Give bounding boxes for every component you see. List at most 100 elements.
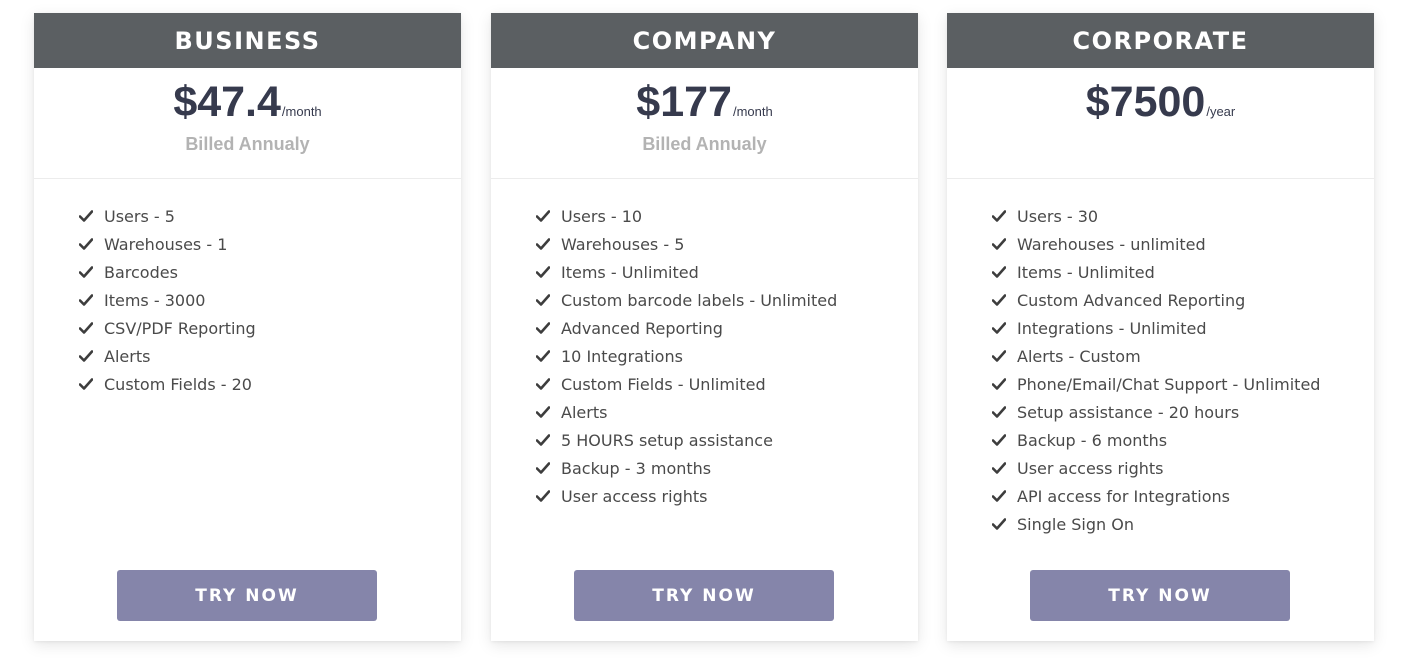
check-icon	[536, 294, 550, 306]
feature-item: Warehouses - 5	[536, 230, 918, 258]
feature-item: Items - 3000	[79, 286, 461, 314]
feature-label: Users - 10	[561, 206, 643, 226]
feature-label: Items - 3000	[104, 290, 206, 310]
feature-item: Custom Advanced Reporting	[992, 286, 1374, 314]
check-icon	[79, 378, 93, 390]
check-icon	[79, 322, 93, 334]
feature-item: Alerts	[79, 342, 461, 370]
feature-list: Users - 30 Warehouses - unlimited Items - …	[947, 179, 1374, 538]
check-icon	[79, 210, 93, 222]
feature-item: Custom Fields - 20	[79, 370, 461, 398]
try-now-button[interactable]: TRY NOW	[574, 570, 834, 621]
plan-title: CORPORATE	[947, 13, 1374, 68]
feature-label: Warehouses - unlimited	[1017, 234, 1206, 254]
feature-label: Alerts	[561, 402, 608, 422]
check-icon	[992, 378, 1006, 390]
check-icon	[79, 238, 93, 250]
check-icon	[536, 238, 550, 250]
price-block: $7500 /year	[947, 68, 1374, 179]
feature-item: User access rights	[536, 482, 918, 510]
feature-item: Items - Unlimited	[536, 258, 918, 286]
plan-card-company: COMPANY $177 /month Billed Annualy Users…	[491, 13, 918, 641]
feature-label: User access rights	[1017, 458, 1164, 478]
feature-list: Users - 10 Warehouses - 5 Items - Unlimite…	[491, 179, 918, 510]
feature-label: Warehouses - 5	[561, 234, 685, 254]
feature-label: Custom Fields - Unlimited	[561, 374, 766, 394]
feature-item: 5 HOURS setup assistance	[536, 426, 918, 454]
feature-label: Custom Advanced Reporting	[1017, 290, 1246, 310]
feature-label: Alerts - Custom	[1017, 346, 1141, 366]
feature-item: Backup - 6 months	[992, 426, 1374, 454]
check-icon	[536, 322, 550, 334]
plan-title: BUSINESS	[34, 13, 461, 68]
check-icon	[992, 238, 1006, 250]
price-line: $47.4 /month	[34, 78, 461, 126]
feature-item: Advanced Reporting	[536, 314, 918, 342]
billing-note: Billed Annualy	[185, 134, 310, 154]
check-icon	[992, 294, 1006, 306]
try-now-button[interactable]: TRY NOW	[117, 570, 377, 621]
feature-label: Warehouses - 1	[104, 234, 228, 254]
check-icon	[79, 350, 93, 362]
feature-label: Backup - 6 months	[1017, 430, 1168, 450]
feature-list: Users - 5 Warehouses - 1 Barcodes Items - 3…	[34, 179, 461, 398]
feature-label: Users - 5	[104, 206, 175, 226]
try-now-button[interactable]: TRY NOW	[1030, 570, 1290, 621]
feature-item: Single Sign On	[992, 510, 1374, 538]
feature-label: Custom barcode labels - Unlimited	[561, 290, 838, 310]
feature-item: Barcodes	[79, 258, 461, 286]
check-icon	[79, 266, 93, 278]
feature-item: Alerts	[536, 398, 918, 426]
feature-item: Custom barcode labels - Unlimited	[536, 286, 918, 314]
price-block: $47.4 /month Billed Annualy	[34, 68, 461, 179]
feature-item: Integrations - Unlimited	[992, 314, 1374, 342]
plan-period: /month	[281, 104, 322, 119]
feature-label: 10 Integrations	[561, 346, 683, 366]
check-icon	[992, 518, 1006, 530]
feature-label: Advanced Reporting	[561, 318, 723, 338]
feature-label: Items - Unlimited	[1017, 262, 1155, 282]
plan-period: /month	[732, 104, 773, 119]
check-icon	[79, 294, 93, 306]
feature-label: Setup assistance - 20 hours	[1017, 402, 1240, 422]
check-icon	[992, 490, 1006, 502]
price-line: $7500 /year	[947, 78, 1374, 126]
feature-item: Setup assistance - 20 hours	[992, 398, 1374, 426]
feature-item: Items - Unlimited	[992, 258, 1374, 286]
feature-item: Users - 10	[536, 202, 918, 230]
feature-label: Integrations - Unlimited	[1017, 318, 1207, 338]
check-icon	[992, 406, 1006, 418]
feature-label: API access for Integrations	[1017, 486, 1230, 506]
check-icon	[536, 210, 550, 222]
price-line: $177 /month	[491, 78, 918, 126]
feature-item: Warehouses - 1	[79, 230, 461, 258]
check-icon	[536, 378, 550, 390]
check-icon	[992, 210, 1006, 222]
plan-price: $47.4	[173, 78, 281, 126]
feature-label: CSV/PDF Reporting	[104, 318, 256, 338]
check-icon	[992, 350, 1006, 362]
plan-card-corporate: CORPORATE $7500 /year Users - 30 Warehous…	[947, 13, 1374, 641]
feature-label: Items - Unlimited	[561, 262, 699, 282]
feature-label: User access rights	[561, 486, 708, 506]
feature-label: Phone/Email/Chat Support - Unlimited	[1017, 374, 1321, 394]
check-icon	[992, 462, 1006, 474]
price-block: $177 /month Billed Annualy	[491, 68, 918, 179]
check-icon	[536, 266, 550, 278]
feature-label: Backup - 3 months	[561, 458, 712, 478]
feature-item: API access for Integrations	[992, 482, 1374, 510]
feature-item: Warehouses - unlimited	[992, 230, 1374, 258]
feature-item: Backup - 3 months	[536, 454, 918, 482]
plan-title: COMPANY	[491, 13, 918, 68]
plan-card-business: BUSINESS $47.4 /month Billed Annualy Use…	[34, 13, 461, 641]
feature-label: Custom Fields - 20	[104, 374, 252, 394]
plan-price: $177	[636, 78, 732, 126]
check-icon	[992, 266, 1006, 278]
check-icon	[536, 434, 550, 446]
feature-label: Single Sign On	[1017, 514, 1134, 534]
feature-label: 5 HOURS setup assistance	[561, 430, 773, 450]
feature-label: Alerts	[104, 346, 151, 366]
check-icon	[536, 462, 550, 474]
feature-item: Users - 30	[992, 202, 1374, 230]
plan-price: $7500	[1085, 78, 1206, 126]
